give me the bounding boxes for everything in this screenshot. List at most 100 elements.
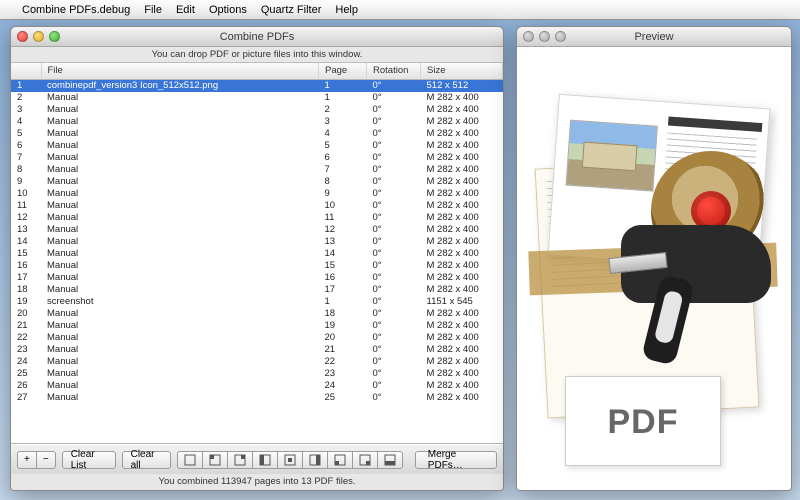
table-row[interactable]: 13Manual120°M 282 x 400 xyxy=(11,224,503,236)
table-row[interactable]: 14Manual130°M 282 x 400 xyxy=(11,236,503,248)
menu-options[interactable]: Options xyxy=(209,4,247,16)
minimize-icon[interactable] xyxy=(539,31,550,42)
table-row[interactable]: 27Manual250°M 282 x 400 xyxy=(11,392,503,404)
table-row[interactable]: 9Manual80°M 282 x 400 xyxy=(11,176,503,188)
clear-all-button[interactable]: Clear all xyxy=(122,451,171,469)
table-row[interactable]: 21Manual190°M 282 x 400 xyxy=(11,320,503,332)
file-table[interactable]: File Page Rotation Size 1combinepdf_vers… xyxy=(11,63,503,444)
table-row[interactable]: 25Manual230°M 282 x 400 xyxy=(11,368,503,380)
col-index[interactable] xyxy=(11,63,41,79)
cell-rotation: 0° xyxy=(367,380,421,392)
cell-rotation: 0° xyxy=(367,176,421,188)
menu-file[interactable]: File xyxy=(144,4,162,16)
titlebar[interactable]: Combine PDFs xyxy=(11,27,503,47)
cell-file: Manual xyxy=(41,176,319,188)
menu-quartz[interactable]: Quartz Filter xyxy=(261,4,322,16)
cell-rotation: 0° xyxy=(367,368,421,380)
cell-rotation: 0° xyxy=(367,188,421,200)
menu-app[interactable]: Combine PDFs.debug xyxy=(22,4,130,16)
col-page[interactable]: Page xyxy=(319,63,367,79)
table-row[interactable]: 20Manual180°M 282 x 400 xyxy=(11,308,503,320)
cell-rotation: 0° xyxy=(367,224,421,236)
cell-file: screenshot xyxy=(41,296,319,308)
cell-rotation: 0° xyxy=(367,284,421,296)
table-row[interactable]: 2Manual10°M 282 x 400 xyxy=(11,92,503,104)
zoom-icon[interactable] xyxy=(49,31,60,42)
col-size[interactable]: Size xyxy=(421,63,503,79)
preview-canvas: PDF xyxy=(517,47,791,490)
cell-file: Manual xyxy=(41,116,319,128)
menubar: Combine PDFs.debug File Edit Options Qua… xyxy=(0,0,800,20)
cell-file: Manual xyxy=(41,104,319,116)
cell-idx: 2 xyxy=(11,92,41,104)
table-header-row[interactable]: File Page Rotation Size xyxy=(11,63,503,79)
page-layout-seg xyxy=(177,451,403,469)
table-row[interactable]: 26Manual240°M 282 x 400 xyxy=(11,380,503,392)
cell-file: Manual xyxy=(41,320,319,332)
add-button[interactable]: + xyxy=(17,451,36,469)
cell-rotation: 0° xyxy=(367,260,421,272)
cell-rotation: 0° xyxy=(367,104,421,116)
cell-size: M 282 x 400 xyxy=(421,152,503,164)
cell-file: Manual xyxy=(41,212,319,224)
cell-size: M 282 x 400 xyxy=(421,308,503,320)
minimize-icon[interactable] xyxy=(33,31,44,42)
table-row[interactable]: 19screenshot10°1151 x 545 xyxy=(11,296,503,308)
cell-page: 8 xyxy=(319,176,367,188)
layout-bottom-left-icon[interactable] xyxy=(327,451,352,469)
layout-center-icon[interactable] xyxy=(277,451,302,469)
cell-rotation: 0° xyxy=(367,212,421,224)
cell-size: M 282 x 400 xyxy=(421,224,503,236)
add-remove-seg: + − xyxy=(17,451,56,469)
cell-idx: 26 xyxy=(11,380,41,392)
layout-bottom-right-icon[interactable] xyxy=(352,451,377,469)
table-row[interactable]: 16Manual150°M 282 x 400 xyxy=(11,260,503,272)
layout-full-icon[interactable] xyxy=(177,451,202,469)
cell-idx: 6 xyxy=(11,140,41,152)
merge-pdfs-button[interactable]: Merge PDFs… xyxy=(415,451,497,469)
table-row[interactable]: 12Manual110°M 282 x 400 xyxy=(11,212,503,224)
titlebar[interactable]: Preview xyxy=(517,27,791,47)
close-icon[interactable] xyxy=(17,31,28,42)
cell-file: Manual xyxy=(41,368,319,380)
cell-page: 1 xyxy=(319,296,367,308)
table-row[interactable]: 17Manual160°M 282 x 400 xyxy=(11,272,503,284)
layout-top-left-icon[interactable] xyxy=(202,451,227,469)
cell-page: 18 xyxy=(319,308,367,320)
cell-page: 6 xyxy=(319,152,367,164)
zoom-icon[interactable] xyxy=(555,31,566,42)
remove-button[interactable]: − xyxy=(36,451,56,469)
table-row[interactable]: 3Manual20°M 282 x 400 xyxy=(11,104,503,116)
cell-size: M 282 x 400 xyxy=(421,320,503,332)
table-row[interactable]: 1combinepdf_version3 Icon_512x512.png10°… xyxy=(11,79,503,92)
cell-file: Manual xyxy=(41,332,319,344)
layout-bottom-icon[interactable] xyxy=(377,451,403,469)
table-row[interactable]: 22Manual200°M 282 x 400 xyxy=(11,332,503,344)
layout-top-right-icon[interactable] xyxy=(227,451,252,469)
cell-file: Manual xyxy=(41,248,319,260)
table-row[interactable]: 23Manual210°M 282 x 400 xyxy=(11,344,503,356)
table-row[interactable]: 11Manual100°M 282 x 400 xyxy=(11,200,503,212)
table-row[interactable]: 10Manual90°M 282 x 400 xyxy=(11,188,503,200)
table-row[interactable]: 24Manual220°M 282 x 400 xyxy=(11,356,503,368)
cell-rotation: 0° xyxy=(367,272,421,284)
table-row[interactable]: 15Manual140°M 282 x 400 xyxy=(11,248,503,260)
menu-edit[interactable]: Edit xyxy=(176,4,195,16)
menu-help[interactable]: Help xyxy=(335,4,358,16)
close-icon[interactable] xyxy=(523,31,534,42)
col-file[interactable]: File xyxy=(41,63,319,79)
table-row[interactable]: 4Manual30°M 282 x 400 xyxy=(11,116,503,128)
cell-rotation: 0° xyxy=(367,92,421,104)
cell-size: M 282 x 400 xyxy=(421,236,503,248)
table-row[interactable]: 7Manual60°M 282 x 400 xyxy=(11,152,503,164)
table-row[interactable]: 18Manual170°M 282 x 400 xyxy=(11,284,503,296)
cell-idx: 7 xyxy=(11,152,41,164)
layout-right-icon[interactable] xyxy=(302,451,327,469)
layout-left-icon[interactable] xyxy=(252,451,277,469)
col-rotation[interactable]: Rotation xyxy=(367,63,421,79)
table-row[interactable]: 8Manual70°M 282 x 400 xyxy=(11,164,503,176)
clear-list-button[interactable]: Clear List xyxy=(62,451,116,469)
table-row[interactable]: 5Manual40°M 282 x 400 xyxy=(11,128,503,140)
table-row[interactable]: 6Manual50°M 282 x 400 xyxy=(11,140,503,152)
cell-size: M 282 x 400 xyxy=(421,116,503,128)
